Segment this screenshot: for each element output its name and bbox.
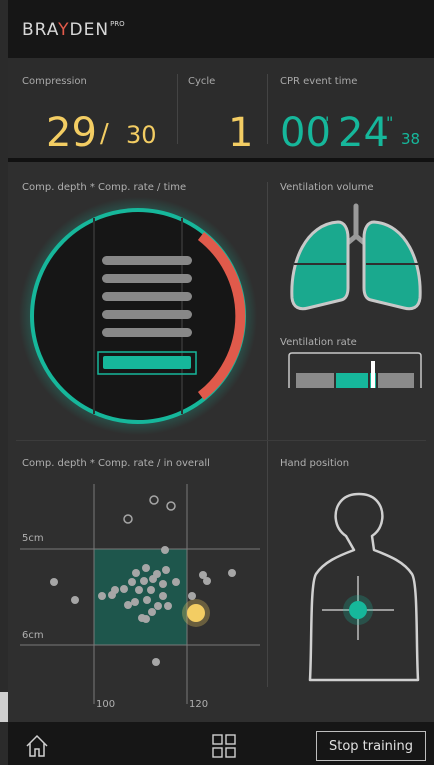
depth-bar	[102, 274, 192, 283]
depth-6cm-label: 6cm	[22, 630, 44, 641]
depth-rate-gauge	[19, 197, 257, 435]
time-minutes: 00	[280, 110, 331, 156]
cycle-value: 1	[228, 110, 254, 156]
depth-bar	[102, 310, 192, 319]
time-minute-mark: '	[325, 113, 330, 132]
time-second-mark: "	[386, 113, 394, 132]
top-bar: BRAYDENPRO	[8, 0, 434, 58]
time-seconds: 24	[338, 110, 389, 156]
ventilation-rate-label: Ventilation rate	[280, 337, 357, 348]
depth-rate-time-label: Comp. depth * Comp. rate / time	[22, 182, 187, 193]
compression-label: Compression	[22, 76, 87, 87]
brand-logo: BRAYDENPRO	[22, 20, 125, 40]
compression-target: 30	[126, 121, 157, 149]
hand-position-label: Hand position	[280, 458, 350, 469]
divider	[177, 74, 178, 144]
rate-low-label: 100	[96, 699, 116, 710]
ventilation-volume-label: Ventilation volume	[280, 182, 374, 193]
window-edge	[0, 692, 8, 722]
hand-position-figure	[308, 492, 420, 682]
stats-bar: Compression Cycle CPR event time 29 / 30…	[8, 58, 434, 162]
depth-bar	[102, 292, 192, 301]
depth-5cm-label: 5cm	[22, 533, 44, 544]
overall-label: Comp. depth * Comp. rate / in overall	[22, 458, 210, 469]
stop-training-button[interactable]: Stop training	[316, 731, 426, 761]
home-icon[interactable]	[24, 733, 50, 759]
compression-slash: /	[100, 119, 109, 149]
rate-high-label: 120	[189, 699, 209, 710]
app-window: BRAYDENPRO Compression Cycle CPR event t…	[8, 0, 434, 765]
time-centiseconds: 38	[401, 130, 421, 148]
divider	[267, 74, 268, 144]
depth-bar	[102, 256, 192, 265]
overall-scatter	[20, 484, 260, 704]
lungs-icon	[290, 203, 422, 311]
depth-bar	[102, 328, 192, 337]
event-time-label: CPR event time	[280, 76, 358, 87]
grid-icon[interactable]	[211, 733, 237, 759]
ventilation-rate-meter	[288, 352, 422, 388]
cycle-label: Cycle	[188, 76, 216, 87]
depth-bar-active	[103, 356, 191, 369]
compression-count: 29	[46, 110, 97, 156]
divider	[16, 440, 426, 441]
